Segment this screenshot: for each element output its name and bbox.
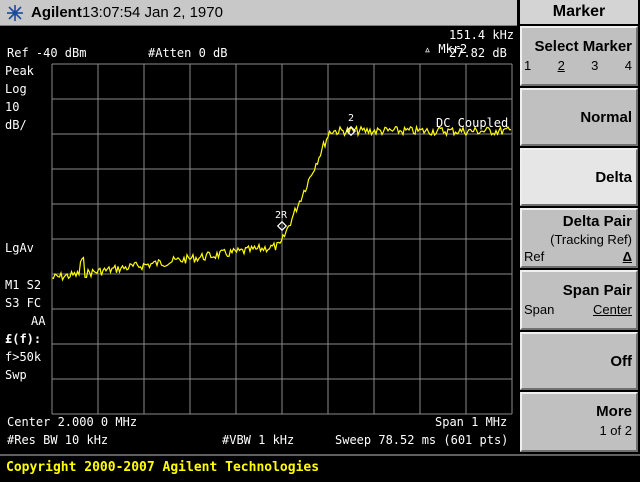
sweep-indicator: Swp — [5, 368, 27, 382]
center-frequency: Center 2.000 0 MHz — [7, 415, 138, 429]
delta-option[interactable]: Δ — [623, 249, 632, 264]
ref-level: Ref -40 dBm — [7, 46, 87, 60]
marker-2r-label: 2R — [275, 210, 288, 221]
off-key[interactable]: Off — [520, 332, 638, 390]
marker-option-3[interactable]: 3 — [591, 58, 598, 73]
scale-value: 10 — [5, 100, 20, 114]
marker-option-4[interactable]: 4 — [625, 58, 632, 73]
trace-mode-aa: AA — [31, 314, 46, 328]
span: Span 1 MHz — [435, 415, 508, 429]
correction-indicator: £(f): — [5, 332, 42, 346]
more-key[interactable]: More 1 of 2 — [520, 392, 638, 452]
softkey-panel: Marker Select Marker 1 2 3 4 Normal Delt… — [518, 0, 640, 454]
agilent-spark-logo — [7, 5, 23, 21]
dc-coupled-label: DC Coupled — [436, 116, 509, 130]
average-type: LgAv — [5, 241, 34, 255]
resolution-bandwidth: #Res BW 10 kHz — [7, 433, 109, 447]
trace-mode-m1: M1 S2 — [5, 278, 42, 292]
status-bar: Copyright 2000-2007 Agilent Technologies — [0, 454, 640, 482]
scale-unit: dB/ — [5, 118, 27, 132]
more-label: More — [596, 403, 632, 420]
delta-icon: ▵ — [423, 42, 432, 56]
marker-option-2[interactable]: 2 — [558, 58, 565, 73]
trace-mode-s3: S3 FC — [5, 296, 42, 310]
select-marker-key[interactable]: Select Marker 1 2 3 4 — [520, 26, 638, 86]
delta-pair-label: Delta Pair — [562, 213, 632, 230]
span-pair-label: Span Pair — [562, 282, 632, 299]
marker-2-label: 2 — [348, 113, 355, 124]
delta-key[interactable]: Delta — [520, 148, 638, 206]
marker-option-1[interactable]: 1 — [524, 58, 531, 73]
select-marker-label: Select Marker — [534, 38, 632, 55]
graticule — [51, 63, 513, 415]
off-label: Off — [610, 353, 632, 370]
video-bandwidth: #VBW 1 kHz — [222, 433, 295, 447]
center-option[interactable]: Center — [593, 302, 632, 317]
date-time: 13:07:54 Jan 2, 1970 — [82, 4, 223, 21]
normal-label: Normal — [580, 109, 632, 126]
delta-label: Delta — [595, 169, 632, 186]
spectrum-display: Ref -40 dBm #Atten 0 dB ▵ Mkr2 151.4 kHz… — [0, 26, 517, 454]
page-indicator: 1 of 2 — [599, 423, 632, 438]
tracking-ref-label: (Tracking Ref) — [550, 232, 632, 247]
span-pair-key[interactable]: Span Pair Span Center — [520, 270, 638, 330]
detector: Peak — [5, 64, 34, 78]
frequency-gate: f>50k — [5, 350, 42, 364]
normal-key[interactable]: Normal — [520, 88, 638, 146]
sweep-time: Sweep 78.52 ms (601 pts) — [335, 433, 509, 447]
menu-title: Marker — [520, 0, 638, 24]
brand-name: Agilent — [31, 4, 82, 21]
marker-amplitude: 27.82 dB — [449, 46, 507, 60]
attenuation: #Atten 0 dB — [148, 46, 228, 60]
span-option[interactable]: Span — [524, 302, 554, 317]
delta-pair-key[interactable]: Delta Pair (Tracking Ref) Ref Δ — [520, 208, 638, 268]
ref-option[interactable]: Ref — [524, 249, 544, 264]
copyright-text: Copyright 2000-2007 Agilent Technologies — [6, 460, 320, 475]
marker-frequency: 151.4 kHz — [449, 28, 515, 42]
title-bar: Agilent 13:07:54 Jan 2, 1970 — [0, 0, 517, 26]
scale-type: Log — [5, 82, 27, 96]
marker-number-options: 1 2 3 4 — [524, 58, 632, 73]
